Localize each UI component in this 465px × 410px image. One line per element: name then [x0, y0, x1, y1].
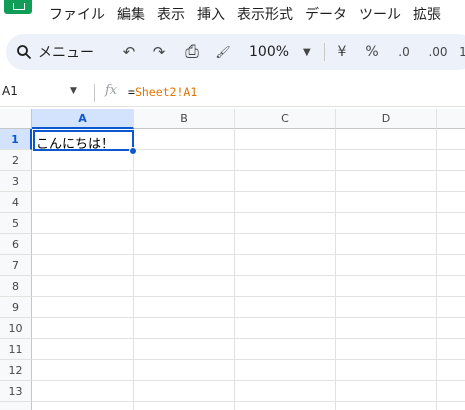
column-header-a[interactable]: A — [32, 109, 134, 129]
menu-extensions[interactable]: 拡張 — [413, 6, 441, 24]
grid-line — [32, 191, 465, 192]
grid-line — [133, 129, 134, 410]
row-header-12[interactable]: 12 — [0, 360, 32, 381]
column-header-e[interactable] — [437, 109, 465, 129]
percent-format-button[interactable]: % — [362, 34, 382, 70]
menu-file[interactable]: ファイル — [49, 6, 105, 24]
search-menus-label: メニュー — [38, 45, 94, 61]
undo-icon[interactable]: ↶ — [118, 34, 140, 70]
toolbar: メニュー ↶ ↷ ⎙ 🖌 100% ▼ ¥ % .0 .00 1 — [6, 34, 465, 70]
column-header-d[interactable]: D — [336, 109, 437, 129]
menu-bar: ファイル 編集 表示 挿入 表示形式 データ ツール 拡張 — [0, 0, 465, 30]
menu-view[interactable]: 表示 — [157, 6, 185, 24]
grid-line — [32, 401, 465, 402]
menu-insert[interactable]: 挿入 — [197, 6, 225, 24]
formula-reference: Sheet2!A1 — [134, 85, 198, 99]
row-header-11[interactable]: 11 — [0, 339, 32, 360]
grid-line — [436, 129, 437, 410]
menu-items: ファイル 編集 表示 挿入 表示形式 データ ツール 拡張 — [49, 6, 453, 24]
sheets-logo-icon[interactable] — [4, 0, 32, 14]
formula-equals: = — [128, 85, 135, 99]
menu-edit[interactable]: 編集 — [117, 6, 145, 24]
menu-format[interactable]: 表示形式 — [237, 6, 293, 24]
formula-divider — [94, 84, 95, 102]
row-header-7[interactable]: 7 — [0, 255, 32, 276]
row-header-6[interactable]: 6 — [0, 234, 32, 255]
menu-tools[interactable]: ツール — [359, 6, 401, 24]
row-header-1[interactable]: 1 — [0, 129, 32, 150]
select-all-corner[interactable] — [0, 109, 32, 129]
column-header-b[interactable]: B — [134, 109, 235, 129]
redo-icon[interactable]: ↷ — [148, 34, 170, 70]
row-header-13[interactable]: 13 — [0, 381, 32, 402]
grid-line — [32, 338, 465, 339]
row-header-14[interactable] — [0, 402, 32, 410]
row-header-10[interactable]: 10 — [0, 318, 32, 339]
paint-format-icon[interactable]: 🖌 — [212, 34, 234, 70]
name-box[interactable]: A1 — [2, 84, 18, 98]
print-icon[interactable]: ⎙ — [180, 34, 204, 70]
grid-line — [32, 296, 465, 297]
column-header-c[interactable]: C — [235, 109, 336, 129]
menu-data[interactable]: データ — [305, 6, 347, 24]
grid-line — [32, 212, 465, 213]
cell-a1-value: こんにちは！ — [36, 137, 115, 152]
grid-line — [234, 129, 235, 410]
zoom-value: 100% — [249, 44, 290, 60]
search-menus-button[interactable]: メニュー — [16, 34, 120, 70]
fx-icon: fx — [105, 83, 118, 98]
chevron-down-icon[interactable]: ▼ — [70, 86, 77, 96]
grid-line — [32, 317, 465, 318]
grid-line — [32, 254, 465, 255]
row-header-4[interactable]: 4 — [0, 192, 32, 213]
formula-input[interactable]: =Sheet2!A1 — [128, 85, 197, 99]
search-icon — [17, 45, 32, 60]
grid-line — [32, 359, 465, 360]
currency-format-button[interactable]: ¥ — [333, 34, 351, 70]
formula-bar: A1 ▼ fx =Sheet2!A1 — [0, 80, 465, 107]
fill-handle[interactable] — [129, 147, 137, 155]
zoom-select[interactable]: 100% ▼ — [249, 34, 319, 70]
row-header-9[interactable]: 9 — [0, 297, 32, 318]
row-header-2[interactable]: 2 — [0, 150, 32, 171]
toolbar-divider — [324, 43, 325, 61]
grid-line — [335, 129, 336, 410]
decrease-decimal-button[interactable]: .0 — [391, 34, 417, 70]
grid-line — [32, 380, 465, 381]
row-header-3[interactable]: 3 — [0, 171, 32, 192]
chevron-down-icon: ▼ — [303, 46, 311, 58]
grid-line — [32, 170, 465, 171]
spreadsheet-grid[interactable]: A B C D 1 2 3 4 5 6 7 8 9 10 11 12 13 こん… — [0, 109, 465, 410]
row-header-8[interactable]: 8 — [0, 276, 32, 297]
grid-line — [32, 233, 465, 234]
grid-line — [32, 275, 465, 276]
increase-decimal-button[interactable]: .00 — [424, 34, 452, 70]
row-header-5[interactable]: 5 — [0, 213, 32, 234]
more-formats-button[interactable]: 1 — [456, 34, 465, 70]
